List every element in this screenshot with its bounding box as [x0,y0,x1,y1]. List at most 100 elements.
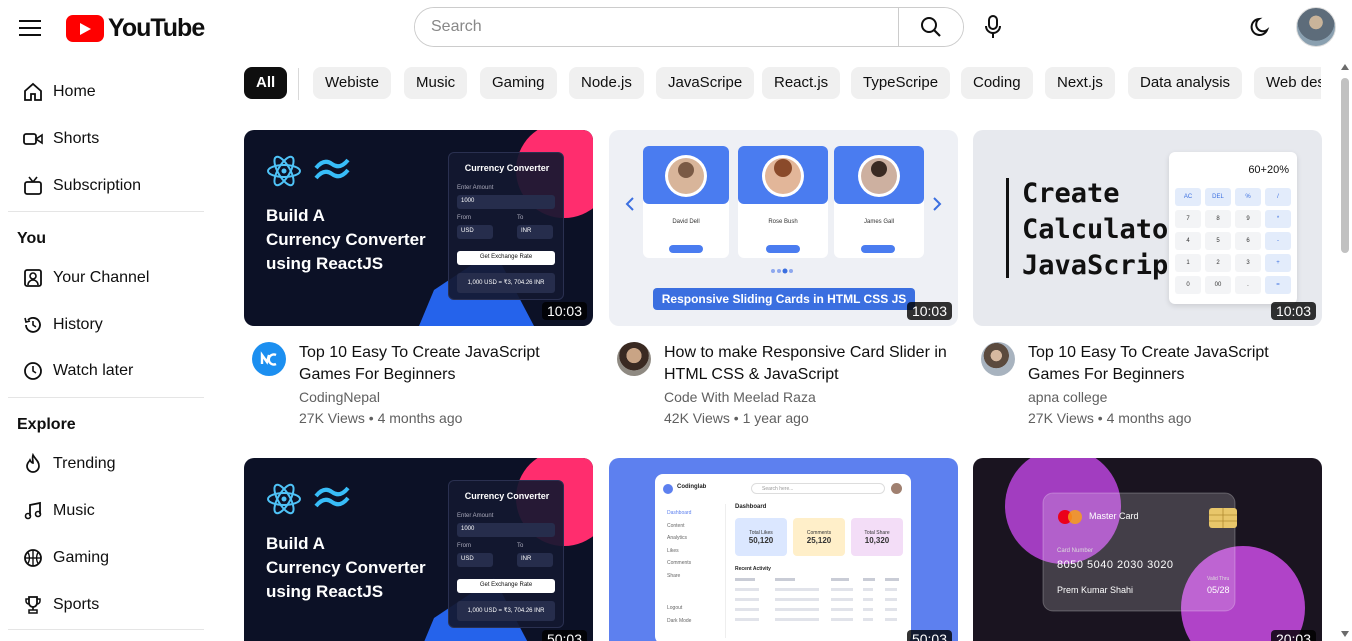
chip-nextjs[interactable]: Next.js [1045,67,1115,99]
chip-nodejs[interactable]: Node.js [569,67,644,99]
calculator-key: % [1235,188,1261,206]
video-duration: 20:03 [1270,630,1316,641]
video-card[interactable]: David Dell Rose Bush James Gall Responsi… [609,130,958,426]
sidebar-divider [8,397,204,398]
video-title[interactable]: Top 10 Easy To Create JavaScript Games F… [1028,342,1313,386]
sidebar-item-subscription[interactable]: Subscription [8,166,204,206]
video-duration: 10:03 [541,302,587,320]
converter-panel: Currency Converter Enter Amount 1000 Fro… [448,152,564,300]
video-thumbnail[interactable]: David Dell Rose Bush James Gall Responsi… [609,130,958,326]
chip-data-analysis[interactable]: Data analysis [1128,67,1243,99]
sidebar-divider [8,629,204,630]
calculator-key: 5 [1205,232,1231,250]
video-thumbnail[interactable]: Build A Currency Converter using ReactJS C… [244,458,593,641]
sidebar-item-shorts[interactable]: Shorts [8,119,204,159]
page-scrollbar[interactable] [1338,62,1352,641]
channel-name[interactable]: CodingNepal [299,389,380,405]
dashboard-nav-item: Dark Mode [667,617,692,624]
calculator-key: 2 [1205,254,1231,272]
video-thumbnail[interactable]: Create Calculator JavaScript 60+20% AC DEL%… [973,130,1322,326]
moon-icon [1250,17,1270,36]
channel-avatar[interactable] [617,342,651,376]
video-stats: 27K Views • 4 months ago [1028,410,1192,426]
video-duration: 50:03 [541,630,587,641]
sidebar-item-label: History [53,316,103,333]
youtube-app: YouTube Home Shorts Subscription [0,0,1352,641]
search-input[interactable] [415,8,898,46]
dashboard-nav-item: Share [667,572,681,579]
hamburger-menu-button[interactable] [12,10,48,46]
scrollbar-thumb[interactable] [1341,78,1349,253]
chip-gaming[interactable]: Gaming [480,67,557,99]
dashboard-nav-item: Logout [667,605,683,611]
dashboard-nav-item: Content [667,522,685,529]
chip-typescripe[interactable]: TypeScripe [851,67,951,99]
scroll-down-arrow-icon[interactable] [1341,631,1349,637]
sidebar-item-history[interactable]: History [8,305,204,345]
menu-icon [19,20,41,36]
dashboard-nav-item: Dashboard [667,510,692,516]
basketball-icon [22,547,44,569]
sidebar-item-label: Music [53,502,95,519]
dashboard-nav-item: Analytics [667,535,688,541]
sidebar-item-trending[interactable]: Trending [8,444,204,484]
video-stats: 42K Views • 1 year ago [664,410,809,426]
search-button[interactable] [898,8,963,46]
sidebar-item-music[interactable]: Music [8,491,204,531]
user-avatar[interactable] [1296,7,1336,47]
video-thumbnail[interactable]: Master Card Card Number 8050 5040 2030 3… [973,458,1322,641]
sidebar-heading-explore: Explore [17,416,76,433]
sidebar-item-watch-later[interactable]: Watch later [8,351,204,391]
channel-avatar[interactable] [252,342,286,376]
calculator-key: + [1265,254,1291,272]
chip-webiste[interactable]: Webiste [313,67,391,99]
sidebar-item-sports[interactable]: Sports [8,585,204,625]
channel-name[interactable]: Code With Meelad Raza [664,389,816,405]
scroll-up-arrow-icon[interactable] [1341,64,1349,70]
channel-name[interactable]: apna college [1028,389,1107,405]
dashboard-nav-item: Comments [667,560,692,566]
calculator-key: 00 [1205,276,1231,294]
video-thumbnail[interactable]: Codinglab Search here... Dashboard Conten… [609,458,958,641]
home-icon [22,81,44,103]
dashboard-panel: Codinglab Search here... Dashboard Conten… [655,474,911,641]
sidebar-item-your-channel[interactable]: Your Channel [8,258,204,298]
chip-web-design[interactable]: Web des [1254,67,1321,99]
chip-reactjs[interactable]: React.js [762,67,841,99]
sidebar-heading-you: You [17,230,47,247]
video-duration: 10:03 [1270,302,1316,320]
tv-icon [22,175,44,197]
youtube-logo[interactable]: YouTube [66,14,205,43]
video-title[interactable]: Top 10 Easy To Create JavaScript Games F… [299,342,584,386]
voice-search-button[interactable] [974,8,1012,46]
calculator-key: 0 [1175,276,1201,294]
chip-music[interactable]: Music [404,67,468,99]
chip-coding[interactable]: Coding [961,67,1033,99]
calculator-key: 8 [1205,210,1231,228]
sidebar-item-label: Home [53,83,96,100]
video-card[interactable]: Create Calculator JavaScript 60+20% AC DEL%… [973,130,1322,426]
calculator-key: . [1235,276,1261,294]
video-card[interactable]: Build A Currency Converter using ReactJS C… [244,130,593,426]
search-bar [414,7,964,47]
channel-avatar[interactable] [981,342,1015,376]
sidebar-item-label: Sports [53,596,100,613]
video-thumbnail[interactable]: Build A Currency Converter using ReactJS C… [244,130,593,326]
sidebar-item-gaming[interactable]: Gaming [8,538,204,578]
video-card[interactable]: Codinglab Search here... Dashboard Conten… [609,458,958,641]
sidebar-item-label: Trending [53,455,116,472]
theme-toggle-button[interactable] [1242,8,1280,46]
thumb-heading: Build A Currency Converter using ReactJS [266,534,426,601]
video-title[interactable]: How to make Responsive Card Slider in HT… [664,342,949,386]
sidebar-item-label: Gaming [53,549,110,566]
chip-all[interactable]: All [244,67,288,99]
calculator-key: DEL [1205,188,1231,206]
video-duration: 50:03 [906,630,952,641]
video-card[interactable]: Master Card Card Number 8050 5040 2030 3… [973,458,1322,641]
sidebar-item-home[interactable]: Home [8,72,204,112]
calculator-key: * [1265,210,1291,228]
video-duration: 10:03 [906,302,952,320]
video-card[interactable]: Build A Currency Converter using ReactJS C… [244,458,593,641]
music-note-icon [22,500,44,522]
chip-javascripe[interactable]: JavaScripe [656,67,755,99]
